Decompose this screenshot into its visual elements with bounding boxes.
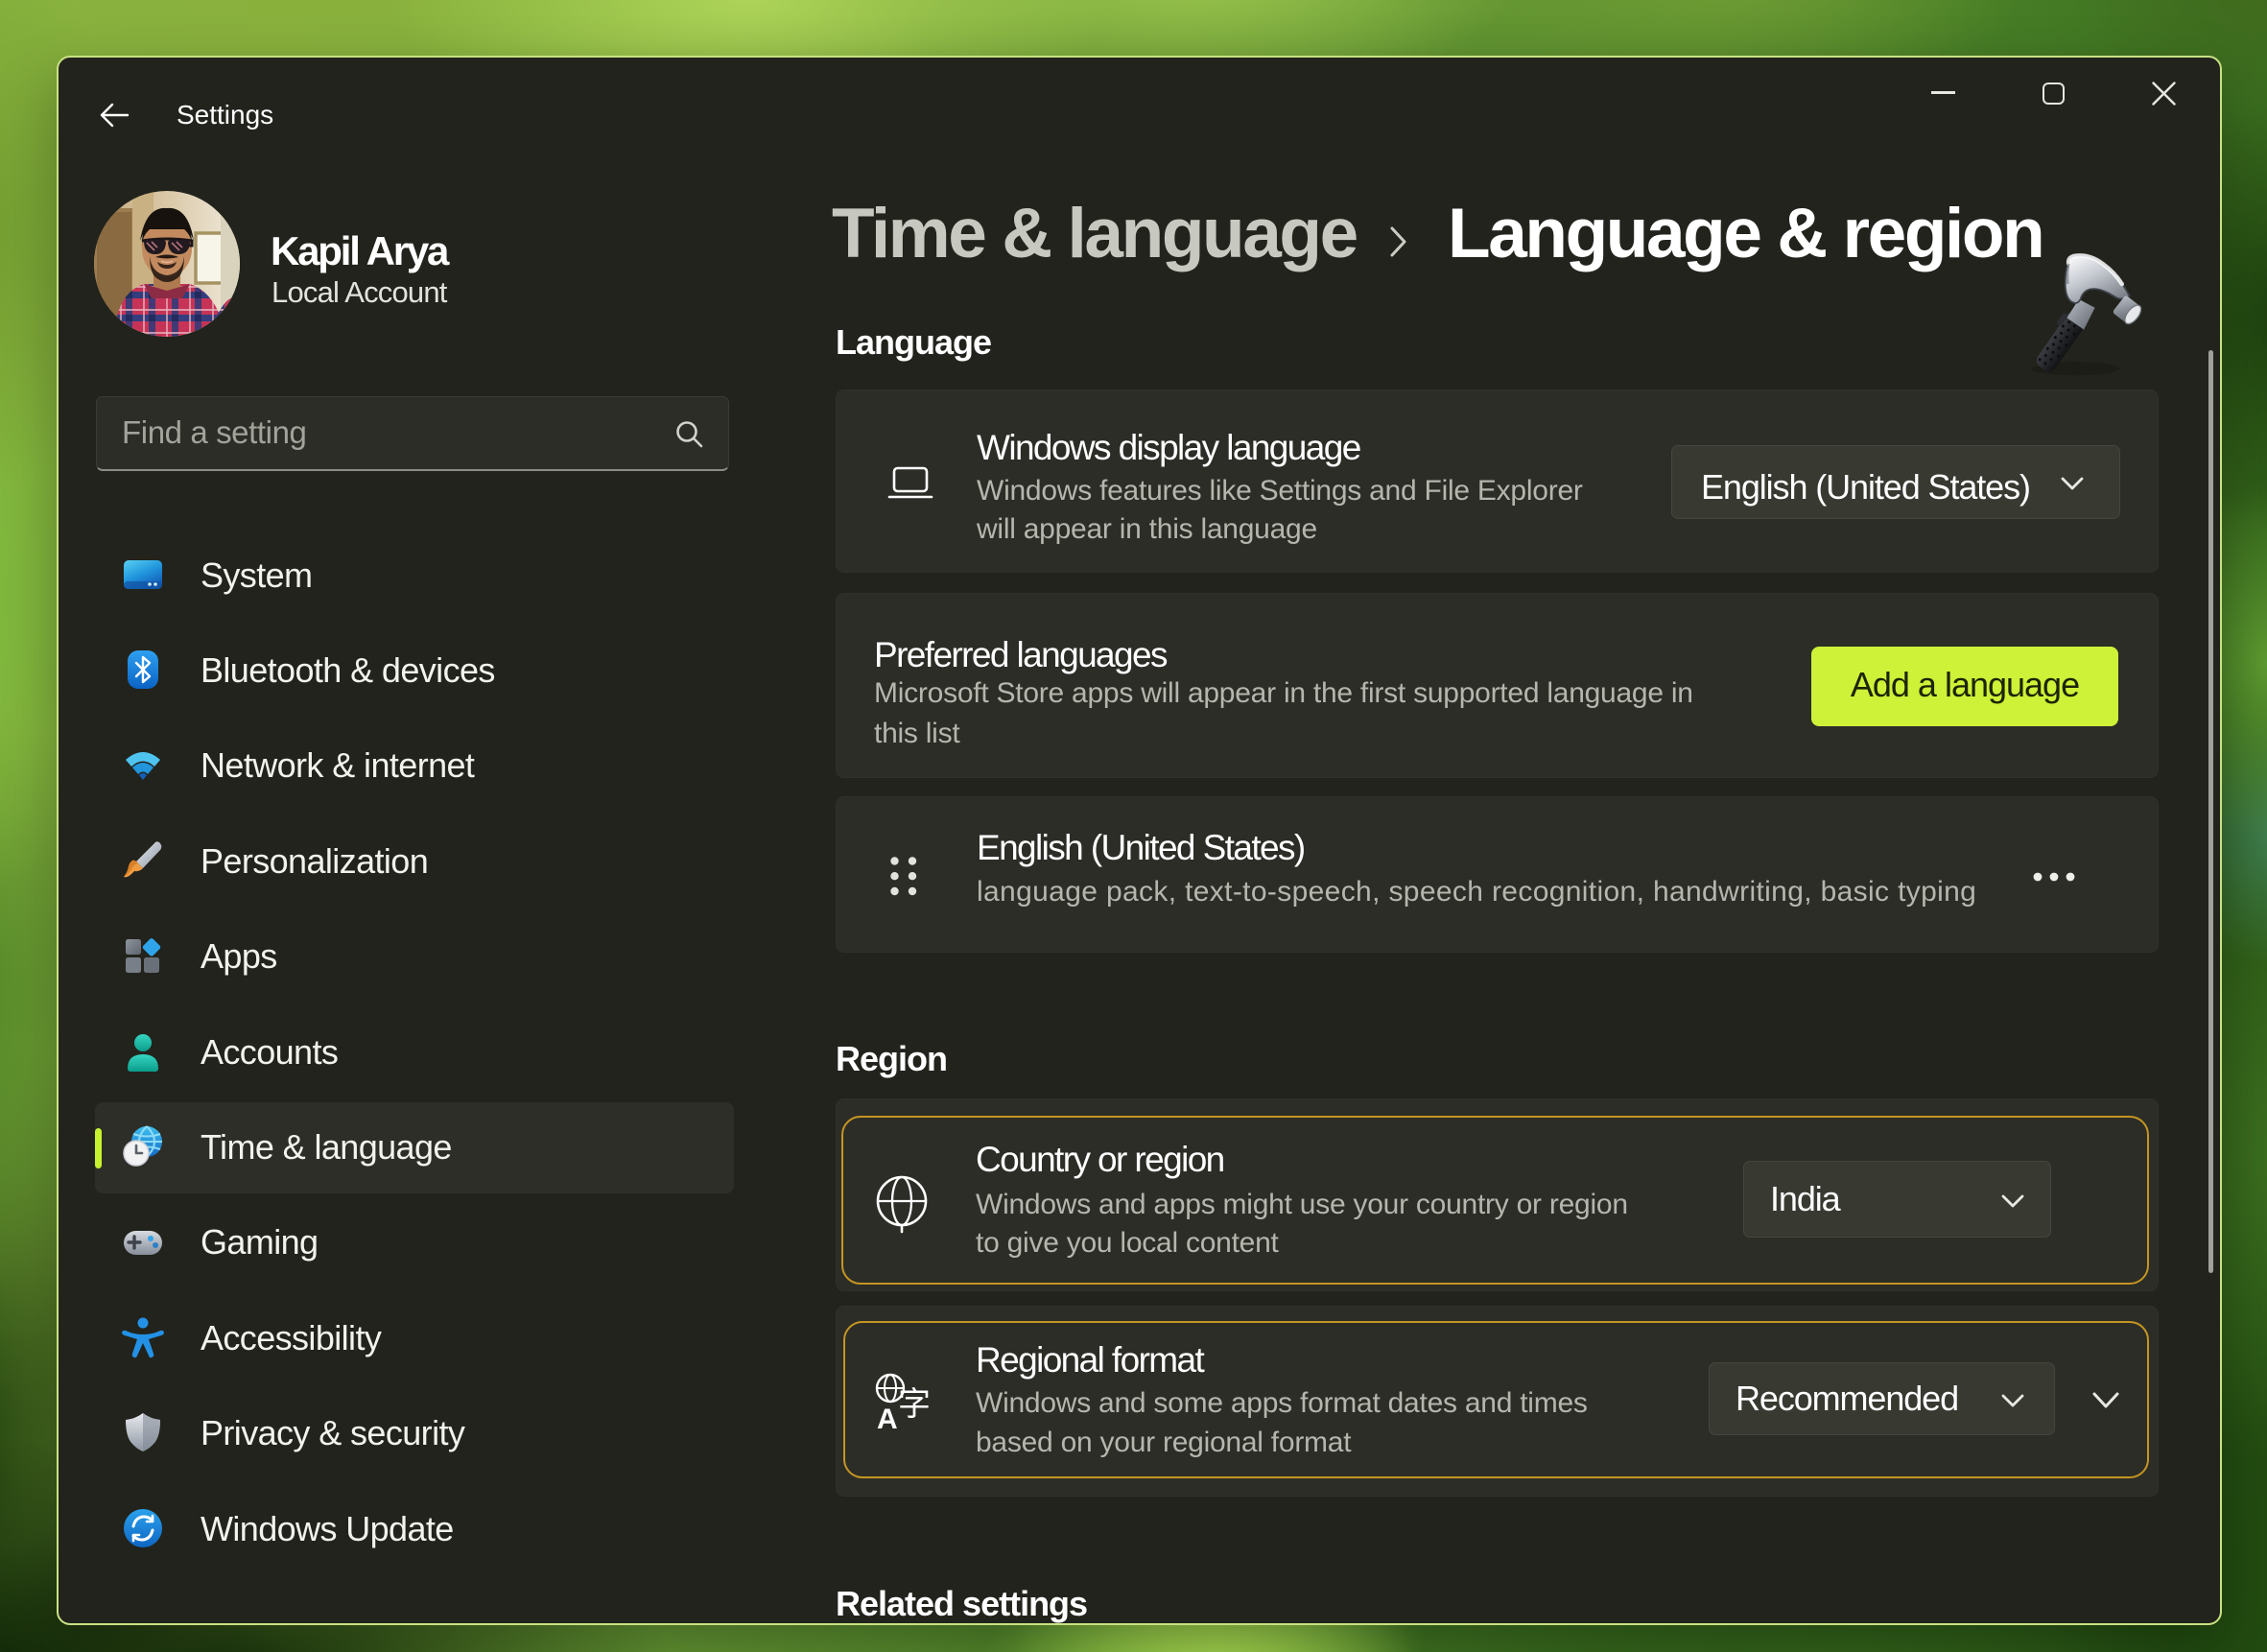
svg-text:字: 字	[898, 1386, 931, 1423]
svg-text:A: A	[877, 1404, 898, 1434]
